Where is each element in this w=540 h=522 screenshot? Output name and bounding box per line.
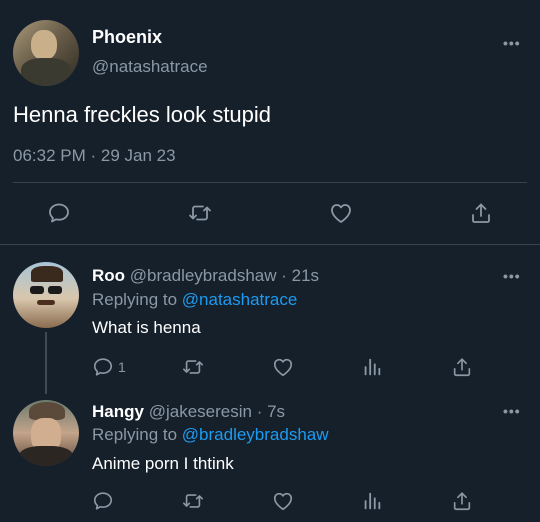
replying-to: Replying to @natashatrace [92,290,297,310]
more-icon[interactable]: ••• [503,268,521,284]
share-icon[interactable] [451,490,473,512]
replying-to: Replying to @bradleybradshaw [92,425,329,445]
reply-icon[interactable] [47,201,71,225]
handle[interactable]: @bradleybradshaw [130,266,277,285]
share-icon[interactable] [469,201,493,225]
reply-icon[interactable] [92,490,114,512]
more-icon[interactable]: ••• [503,35,521,51]
avatar[interactable] [13,400,79,466]
reply-count: 1 [118,359,126,375]
analytics-icon[interactable] [361,356,383,378]
retweet-icon[interactable] [181,356,205,378]
divider [13,182,527,183]
replying-to-label: Replying to [92,425,178,444]
thread-line [45,332,47,394]
analytics-icon[interactable] [361,490,383,512]
reply-text: What is henna [92,318,201,337]
retweet-icon[interactable] [181,490,205,512]
reply-icon[interactable] [92,356,114,378]
tweet-text: Henna freckles look stupid [13,102,272,127]
reply-time[interactable]: · 21s [281,266,319,285]
display-name[interactable]: Phoenix [92,27,162,48]
retweet-icon[interactable] [187,201,213,225]
display-name[interactable]: Hangy [92,402,144,421]
reply-time[interactable]: · 7s [257,402,285,421]
reply-header: Roo @bradleybradshaw · 21s [92,266,319,286]
replying-to-handle[interactable]: @natashatrace [182,290,298,309]
display-name[interactable]: Roo [92,266,125,285]
share-icon[interactable] [451,356,473,378]
replying-to-label: Replying to [92,290,178,309]
like-icon[interactable] [328,201,354,225]
more-icon[interactable]: ••• [503,403,521,419]
reply-text: Anime porn I thtink [92,454,234,473]
handle[interactable]: @natashatrace [92,57,208,77]
like-icon[interactable] [271,356,295,378]
timestamp[interactable]: 06:32 PM · 29 Jan 23 [13,146,176,166]
like-icon[interactable] [271,490,295,512]
replying-to-handle[interactable]: @bradleybradshaw [182,425,329,444]
avatar[interactable] [13,20,79,86]
handle[interactable]: @jakeseresin [149,402,252,421]
avatar[interactable] [13,262,79,328]
divider [0,244,540,245]
reply-header: Hangy @jakeseresin · 7s [92,402,285,422]
